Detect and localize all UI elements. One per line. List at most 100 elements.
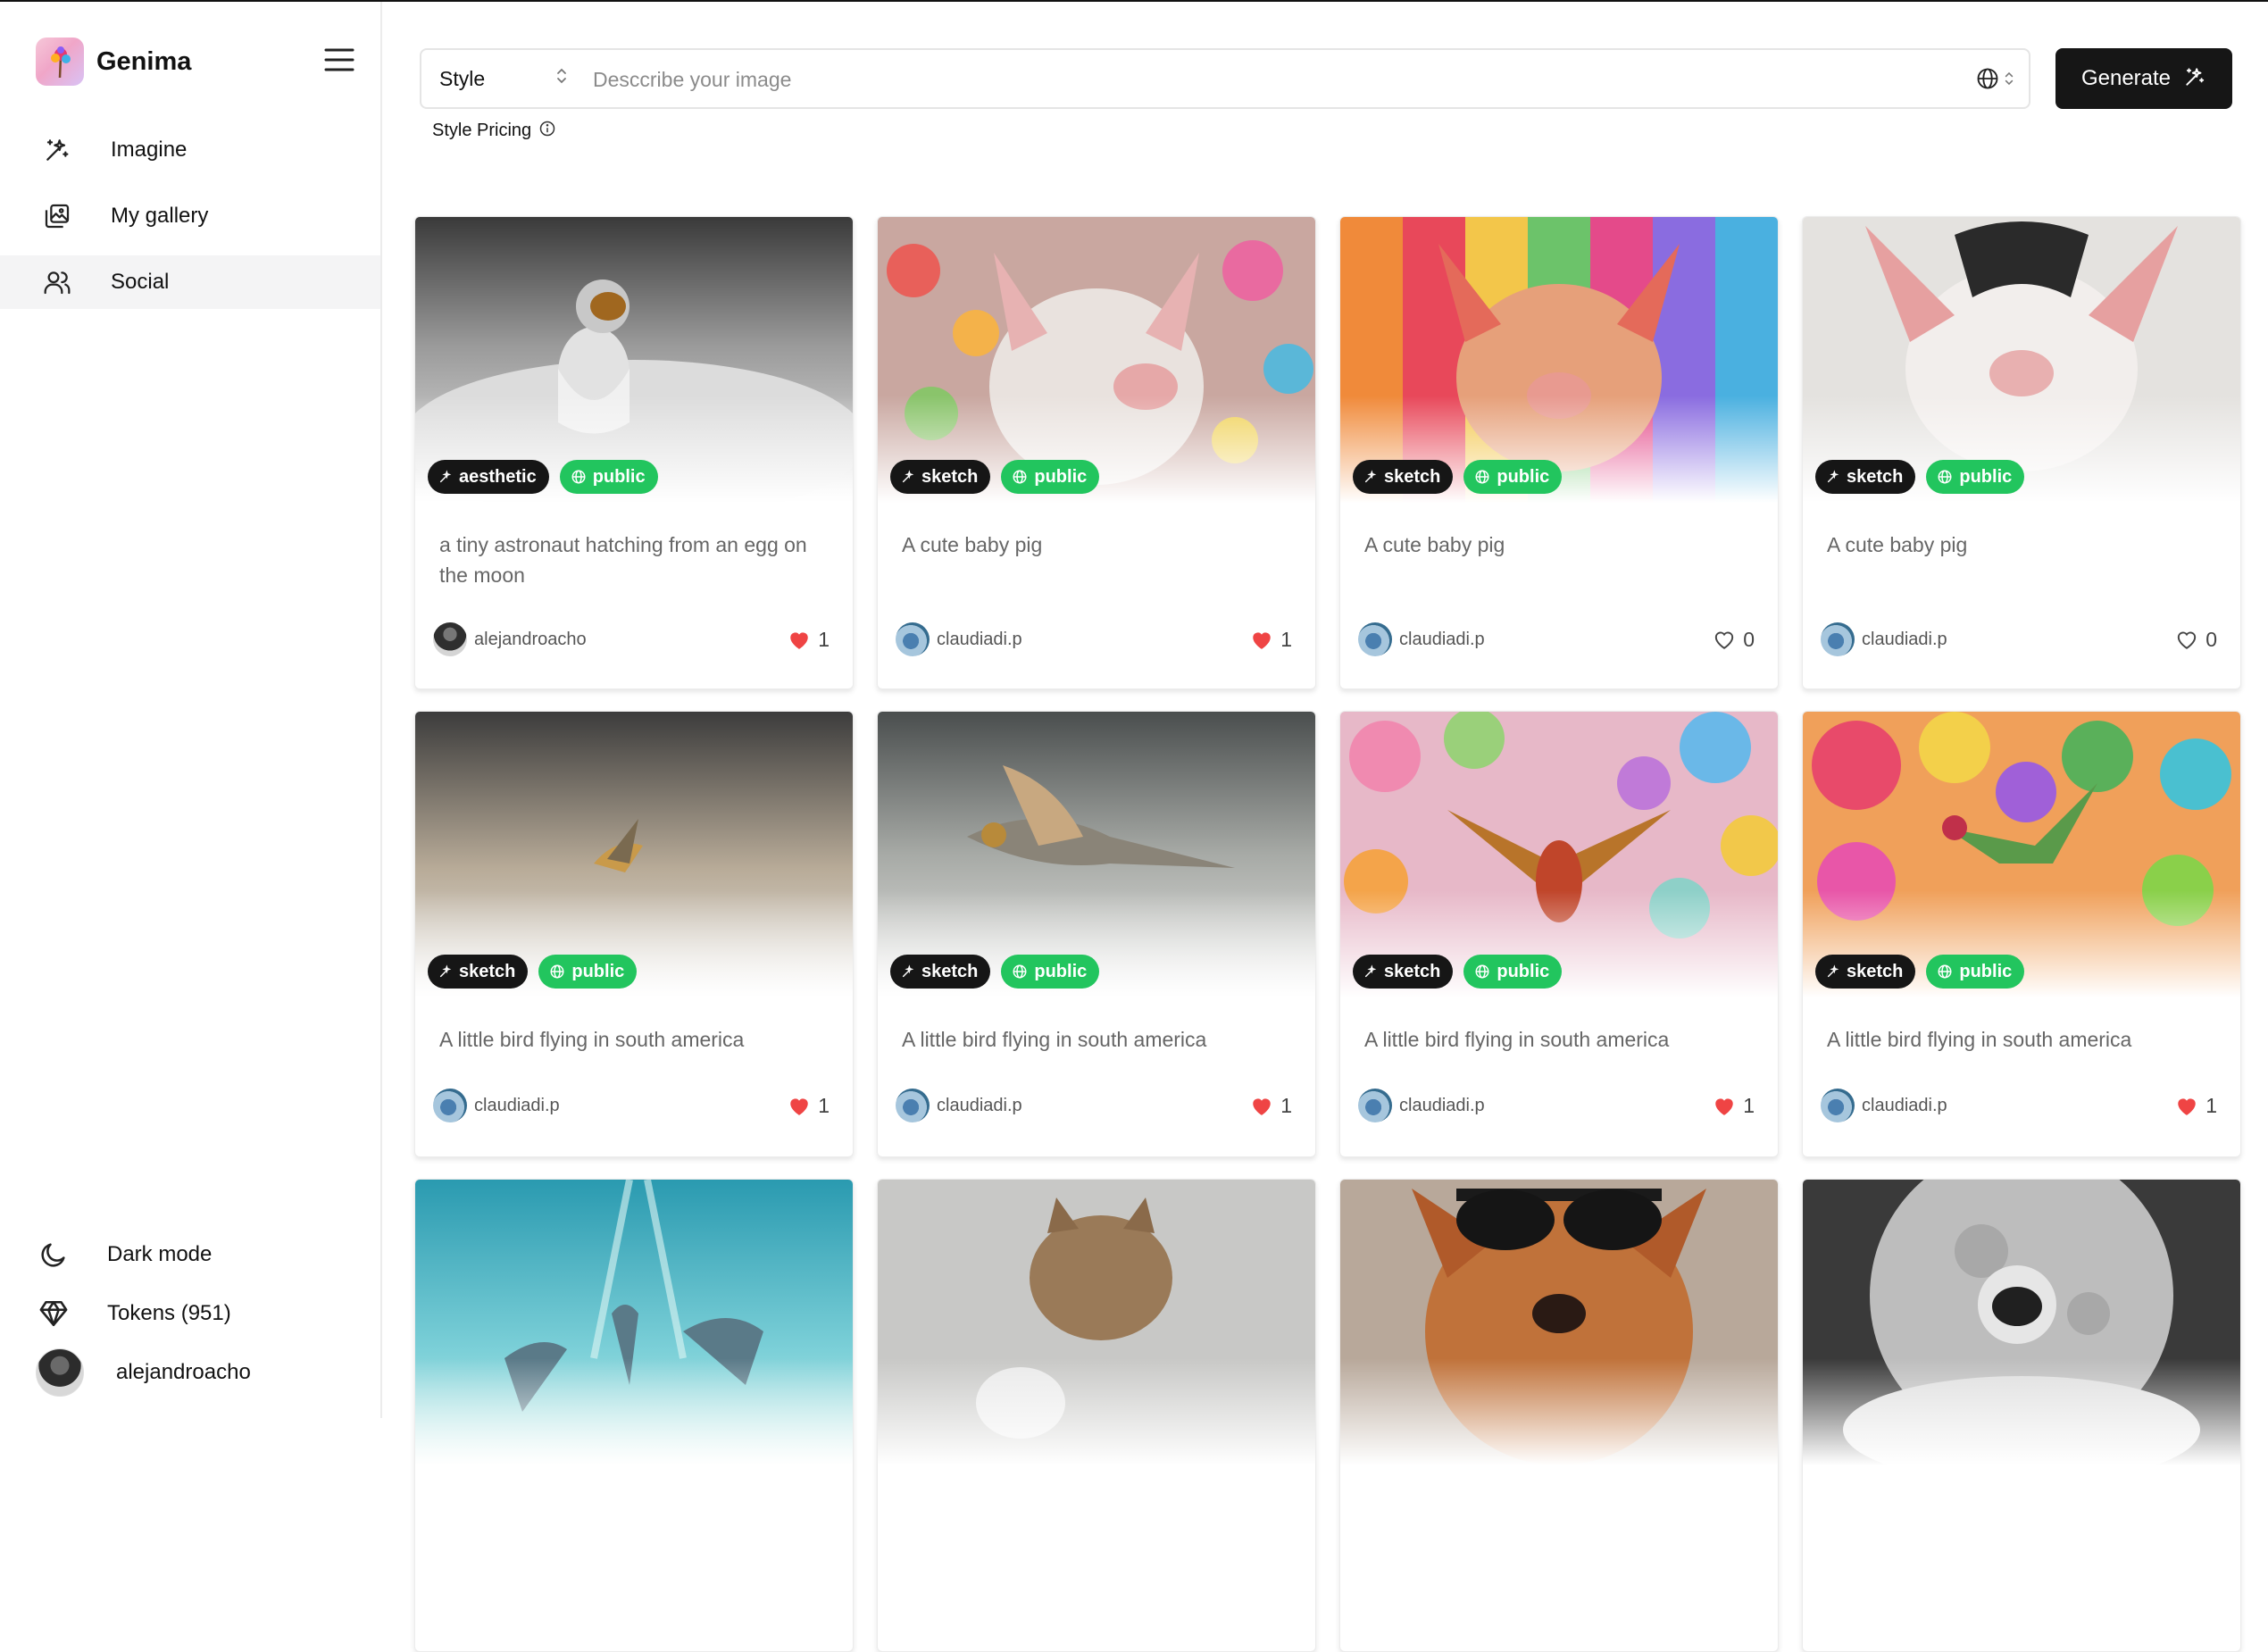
visibility-badge: public: [1001, 955, 1100, 989]
card-prompt: A cute baby pig: [902, 533, 1043, 556]
card-badges: sketch public: [1815, 955, 2035, 989]
card-footer: alejandroacho 1: [433, 622, 830, 656]
visibility-select[interactable]: [1975, 66, 2014, 96]
image-card[interactable]: sketch public A little bird flying in so…: [414, 711, 854, 1157]
globe-icon: [1013, 470, 1027, 484]
author-name: claudiadi.p: [1862, 629, 1947, 649]
card-author[interactable]: alejandroacho: [433, 622, 587, 656]
prompt-input[interactable]: [591, 57, 1916, 102]
like-count: 1: [1280, 627, 1292, 651]
sparkles-icon: [2183, 65, 2206, 93]
card-prompt: a tiny astronaut hatching from an egg on…: [439, 533, 807, 587]
dark-mode-toggle[interactable]: Dark mode: [0, 1225, 380, 1284]
chevron-up-down-icon: [555, 66, 568, 90]
sparkles-icon: [1364, 470, 1377, 483]
generate-button[interactable]: Generate: [2055, 48, 2232, 109]
image-card[interactable]: [877, 1179, 1316, 1652]
heart-filled-icon: [2178, 1098, 2196, 1115]
card-badges: sketch public: [1815, 460, 2035, 494]
image-card[interactable]: sketch public A cute baby pig claudiadi.…: [1802, 216, 2241, 689]
card-image[interactable]: [1803, 1180, 2240, 1465]
style-badge: sketch: [1815, 955, 1916, 989]
heart-filled-icon: [1253, 1098, 1271, 1115]
image-card[interactable]: [414, 1179, 854, 1652]
image-card[interactable]: aesthetic public a tiny astronaut hatchi…: [414, 216, 854, 689]
sidebar-item-imagine[interactable]: Imagine: [0, 123, 380, 177]
hamburger-menu-icon[interactable]: [323, 46, 355, 73]
card-badges: sketch public: [428, 955, 647, 989]
heart-outline-icon: [1715, 631, 1734, 649]
users-icon: [41, 266, 73, 298]
like-button[interactable]: 1: [2175, 1094, 2217, 1118]
avatar: [1358, 1089, 1392, 1122]
visibility-badge-label: public: [1497, 466, 1550, 487]
user-profile[interactable]: alejandroacho: [0, 1343, 380, 1402]
card-prompt: A little bird flying in south america: [1364, 1028, 1670, 1051]
sparkles-icon: [902, 964, 914, 978]
like-button[interactable]: 1: [1250, 628, 1292, 652]
globe-icon: [1475, 964, 1489, 979]
card-prompt: A little bird flying in south america: [902, 1028, 1207, 1051]
card-author[interactable]: claudiadi.p: [1358, 1089, 1485, 1122]
visibility-badge: public: [1463, 460, 1563, 494]
style-select[interactable]: Style: [421, 50, 579, 107]
sparkles-icon: [1827, 964, 1839, 978]
like-button[interactable]: 1: [1713, 1094, 1755, 1118]
image-card[interactable]: sketch public A little bird flying in so…: [1802, 711, 2241, 1157]
like-count: 1: [1280, 1093, 1292, 1117]
sidebar-item-my-gallery[interactable]: My gallery: [0, 189, 380, 243]
sparkles-icon: [41, 134, 73, 166]
style-badge-label: sketch: [921, 466, 979, 487]
image-card[interactable]: sketch public A little bird flying in so…: [1339, 711, 1779, 1157]
card-footer: claudiadi.p 1: [1358, 1089, 1755, 1122]
sidebar-item-social[interactable]: Social: [0, 255, 380, 309]
brand[interactable]: Genima: [36, 38, 191, 86]
moon-icon: [36, 1237, 71, 1272]
style-pricing-label: Style Pricing: [432, 121, 532, 140]
info-icon: [538, 120, 556, 142]
sidebar-bottom: Dark mode Tokens (951) alejandroacho: [0, 1225, 380, 1402]
heart-filled-icon: [790, 632, 808, 649]
image-card[interactable]: sketch public A cute baby pig claudiadi.…: [1339, 216, 1779, 689]
visibility-badge-label: public: [1959, 466, 2013, 487]
diamond-icon: [36, 1296, 71, 1331]
card-footer: claudiadi.p 1: [896, 1089, 1292, 1122]
like-button[interactable]: 1: [788, 628, 830, 652]
image-card[interactable]: [1339, 1179, 1779, 1652]
genima-logo-icon: [36, 38, 84, 86]
image-card[interactable]: sketch public A little bird flying in so…: [877, 711, 1316, 1157]
image-card[interactable]: [1802, 1179, 2241, 1652]
card-author[interactable]: claudiadi.p: [433, 1089, 560, 1122]
visibility-badge: public: [1926, 955, 2025, 989]
like-button[interactable]: 1: [1250, 1094, 1292, 1118]
chevron-up-down-icon: [2004, 70, 2014, 92]
card-footer: claudiadi.p 1: [1821, 1089, 2217, 1122]
style-pricing-link[interactable]: Style Pricing: [432, 120, 556, 142]
like-button[interactable]: 0: [1713, 628, 1755, 652]
globe-icon: [1013, 964, 1027, 979]
card-badges: sketch public: [890, 460, 1110, 494]
globe-icon: [1938, 470, 1952, 484]
globe-icon: [1938, 964, 1952, 979]
image-card[interactable]: sketch public A cute baby pig claudiadi.…: [877, 216, 1316, 689]
card-author[interactable]: claudiadi.p: [896, 622, 1022, 656]
card-image[interactable]: [878, 1180, 1315, 1465]
card-author[interactable]: claudiadi.p: [1821, 1089, 1947, 1122]
card-author[interactable]: claudiadi.p: [896, 1089, 1022, 1122]
like-count: 1: [818, 1093, 830, 1117]
style-badge: sketch: [890, 955, 991, 989]
like-button[interactable]: 0: [2175, 628, 2217, 652]
card-image[interactable]: [1340, 1180, 1778, 1465]
card-author[interactable]: claudiadi.p: [1358, 622, 1485, 656]
avatar: [896, 1089, 930, 1122]
card-badges: sketch public: [1353, 955, 1572, 989]
author-name: claudiadi.p: [474, 1095, 560, 1115]
visibility-badge: public: [559, 460, 658, 494]
sparkles-icon: [902, 470, 914, 483]
card-author[interactable]: claudiadi.p: [1821, 622, 1947, 656]
tokens-item[interactable]: Tokens (951): [0, 1284, 380, 1343]
visibility-badge-label: public: [571, 961, 625, 981]
card-image[interactable]: [415, 1180, 853, 1465]
sidebar-item-label: My gallery: [111, 204, 209, 228]
like-button[interactable]: 1: [788, 1094, 830, 1118]
